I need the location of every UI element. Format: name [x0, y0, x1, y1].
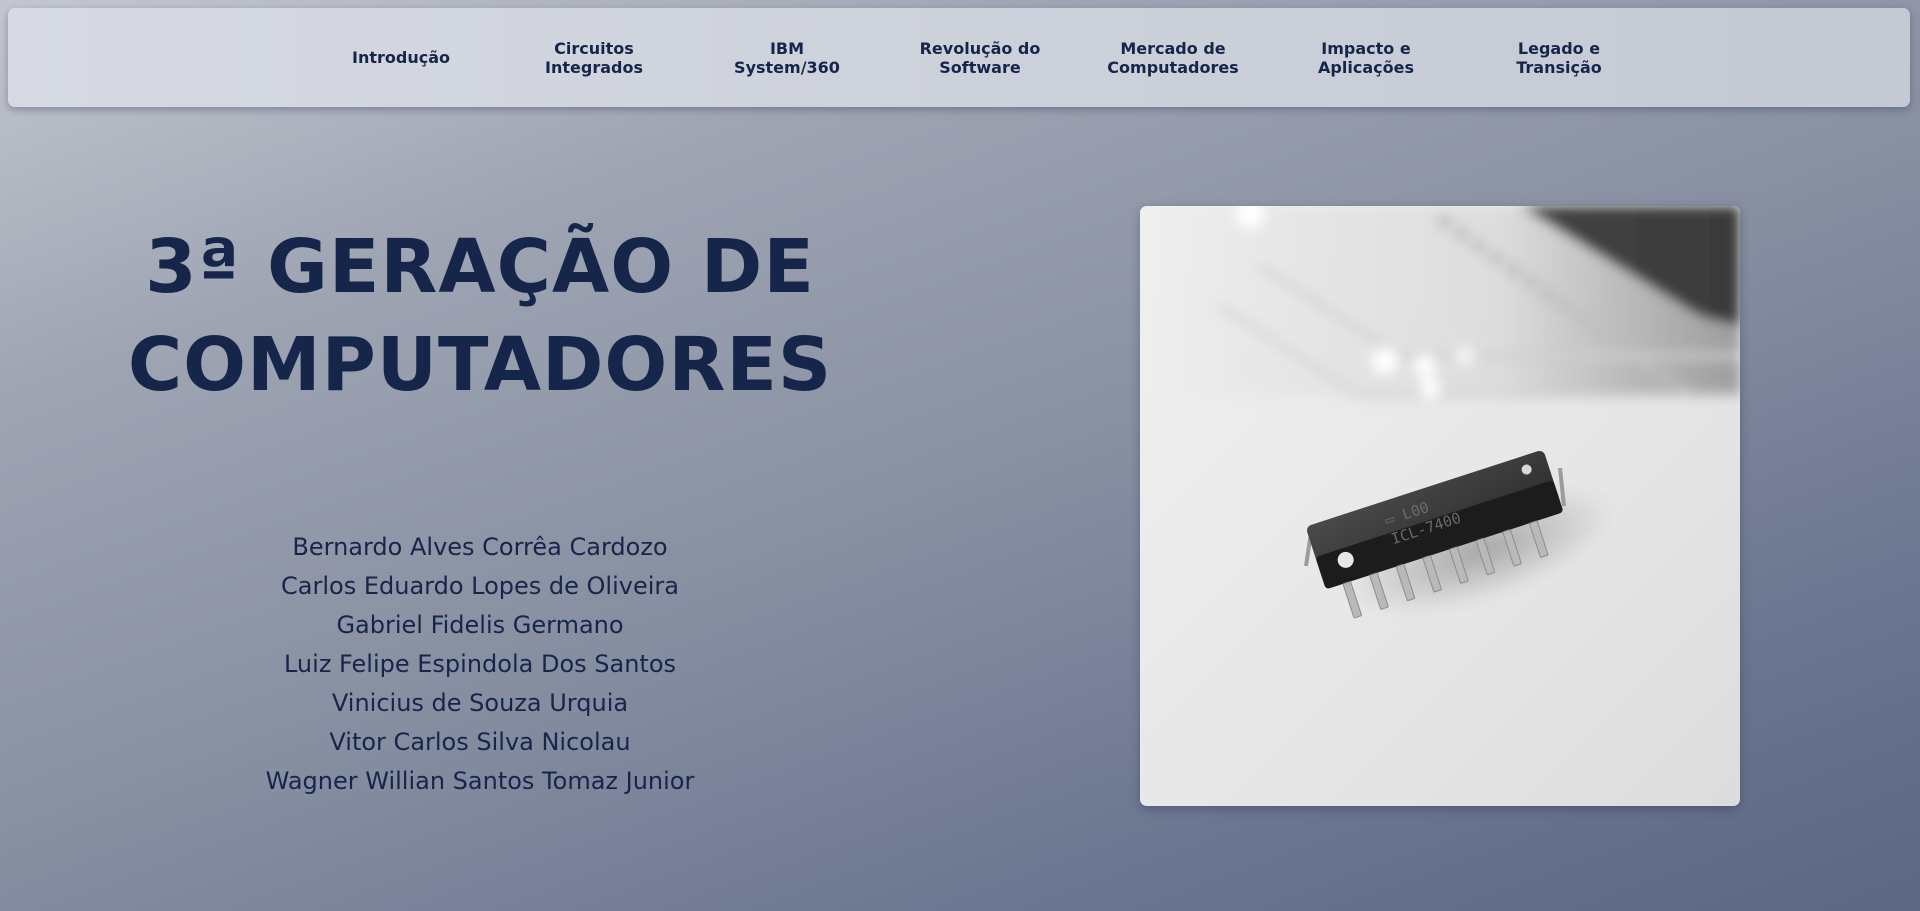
- nav-item-ibm-system360[interactable]: IBM System/360: [692, 8, 882, 107]
- nav-item-introducao[interactable]: Introdução: [306, 8, 496, 107]
- title-line-2: COMPUTADORES: [127, 322, 833, 408]
- author-name: Wagner Willian Santos Tomaz Junior: [265, 767, 695, 795]
- author-name: Bernardo Alves Corrêa Cardozo: [292, 533, 668, 561]
- nav-item-impacto-aplicacoes[interactable]: Impacto e Aplicações: [1271, 8, 1461, 107]
- nav-item-mercado-computadores[interactable]: Mercado de Computadores: [1078, 8, 1268, 107]
- author-name: Vitor Carlos Silva Nicolau: [329, 728, 631, 756]
- nav-item-legado-transicao[interactable]: Legado e Transição: [1464, 8, 1654, 107]
- author-name: Vinicius de Souza Urquia: [331, 689, 629, 717]
- nav-item-revolucao-software[interactable]: Revolução do Software: [885, 8, 1075, 107]
- page-title: 3ª GERAÇÃO DE COMPUTADORES: [60, 218, 900, 414]
- chip-illustration: ▭ L00 ICL-7400: [1140, 206, 1740, 806]
- top-navbar: Introdução Circuitos Integrados IBM Syst…: [8, 8, 1910, 107]
- authors-list: Bernardo Alves Corrêa Cardozo Carlos Edu…: [180, 528, 780, 801]
- title-line-1: 3ª GERAÇÃO DE: [145, 224, 815, 310]
- author-name: Gabriel Fidelis Germano: [336, 611, 624, 639]
- author-name: Luiz Felipe Espindola Dos Santos: [283, 650, 677, 678]
- integrated-circuit-photo: ▭ L00 ICL-7400: [1140, 206, 1740, 806]
- nav-item-circuitos-integrados[interactable]: Circuitos Integrados: [499, 8, 689, 107]
- author-name: Carlos Eduardo Lopes de Oliveira: [281, 572, 679, 600]
